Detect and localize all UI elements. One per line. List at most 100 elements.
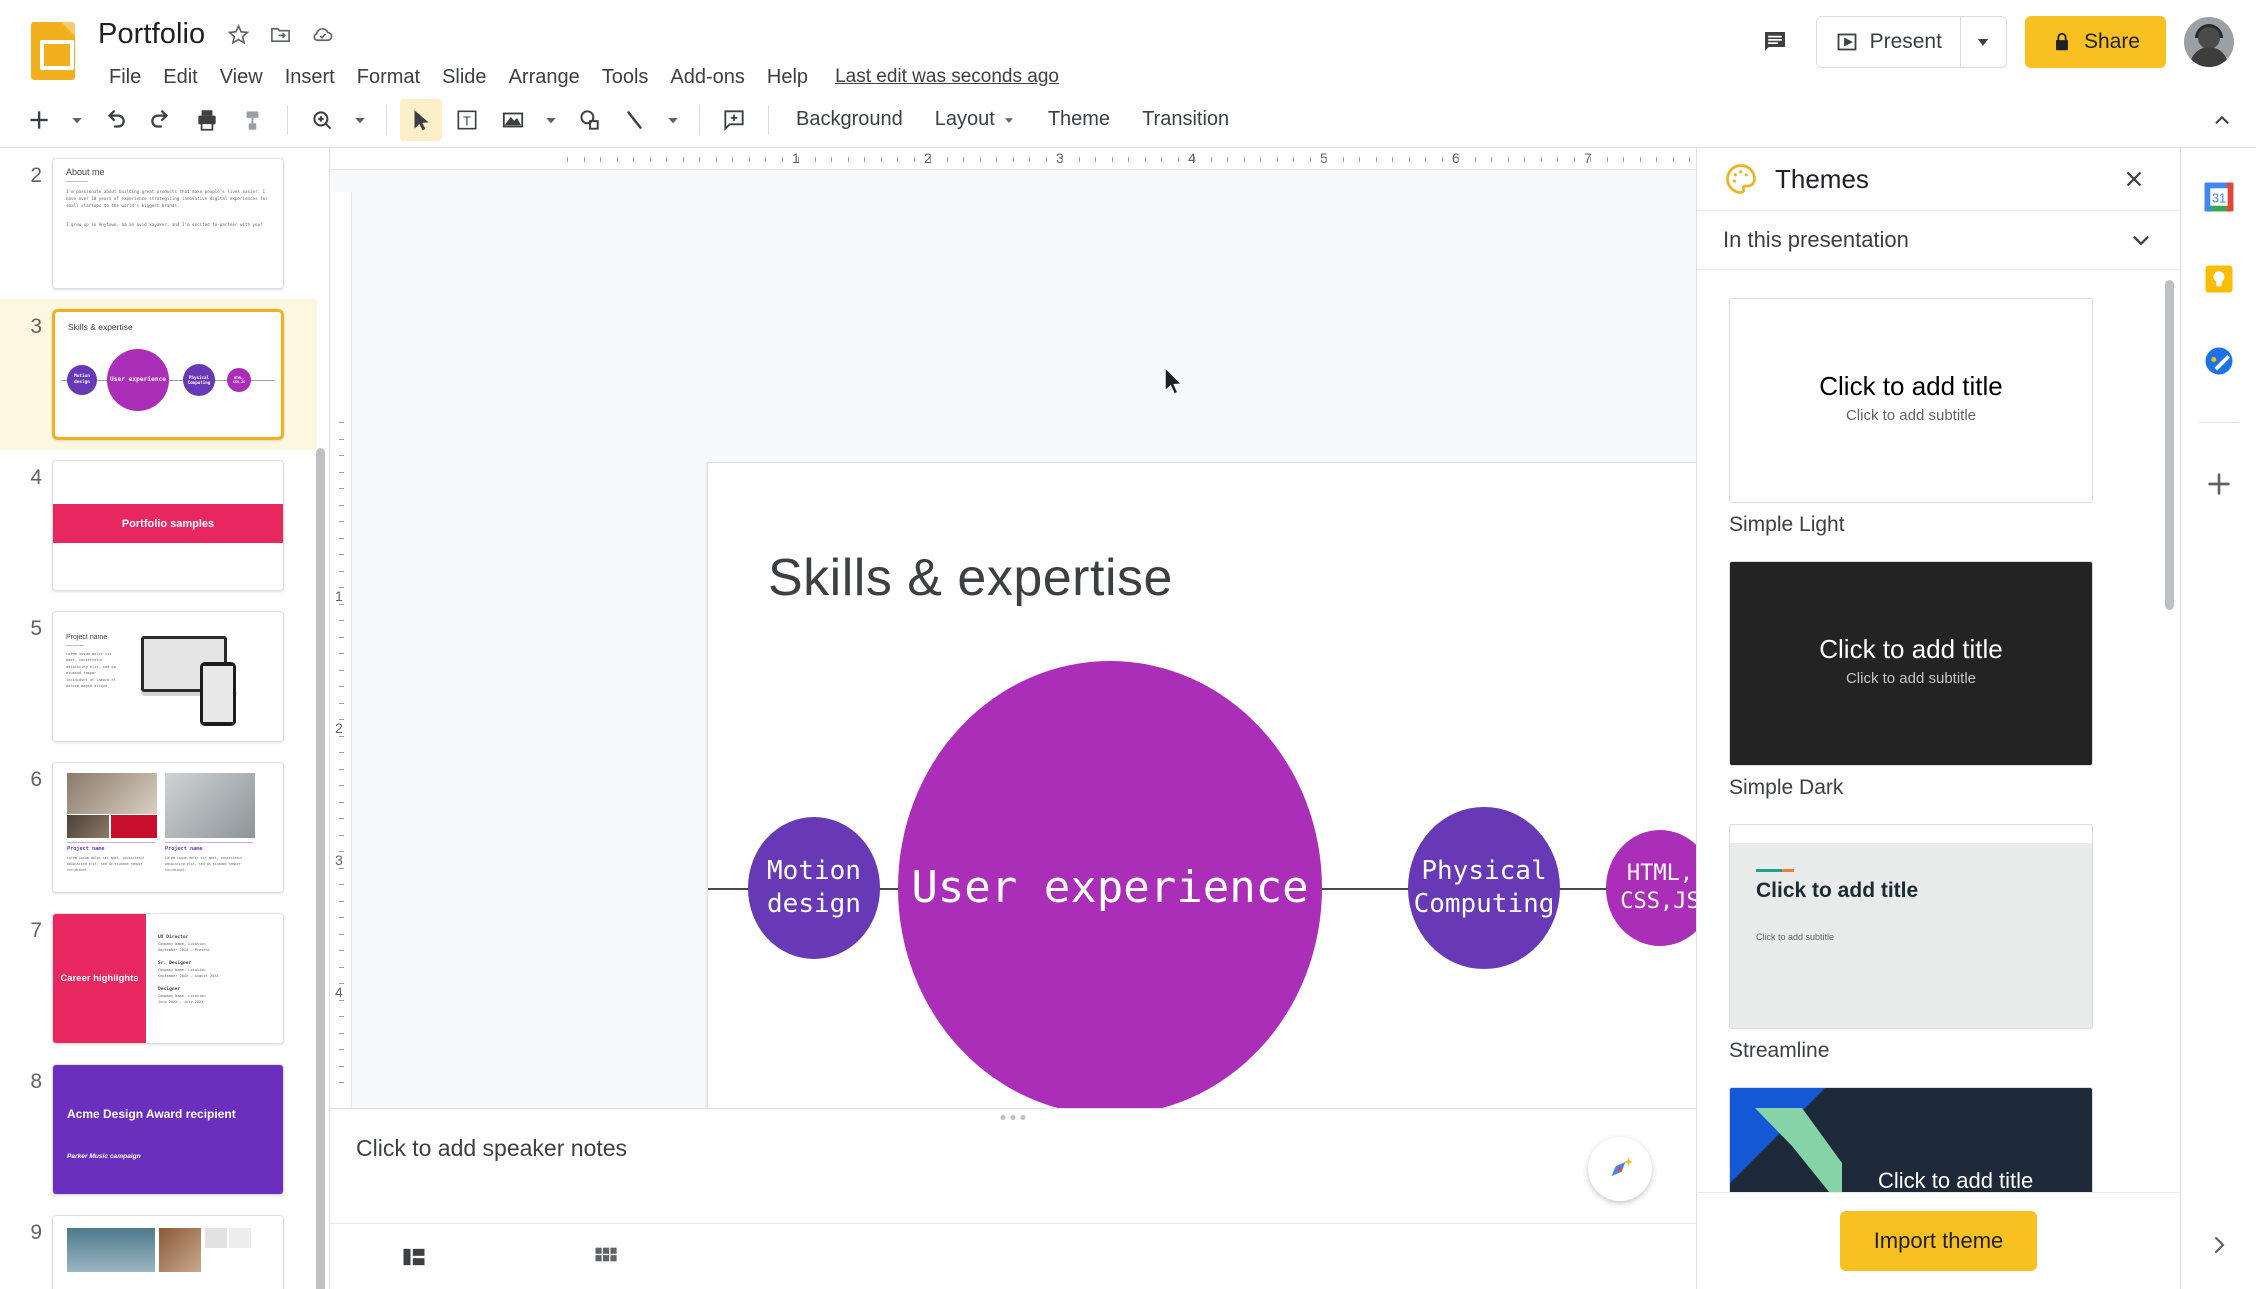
transition-button[interactable]: Transition bbox=[1128, 100, 1243, 139]
insert-line-button[interactable] bbox=[614, 99, 656, 141]
slide-stage[interactable]: 12345 Skills & expertise Motion designUs… bbox=[330, 170, 1696, 1108]
menu-view[interactable]: View bbox=[209, 62, 274, 93]
new-slide-button[interactable] bbox=[18, 99, 60, 141]
undo-button[interactable] bbox=[94, 99, 136, 141]
ruler-tick bbox=[1095, 157, 1096, 162]
speaker-notes-placeholder[interactable]: Click to add speaker notes bbox=[356, 1135, 1670, 1162]
menu-arrange[interactable]: Arrange bbox=[498, 62, 591, 93]
collapse-toolbar-button[interactable] bbox=[2202, 100, 2242, 140]
theme-card[interactable]: Click to add title Click to add subtitle… bbox=[1729, 298, 2154, 537]
share-button[interactable]: Share bbox=[2025, 16, 2166, 68]
slide-thumbnail[interactable]: Project name Lorem ipsum dolor sit amet,… bbox=[52, 611, 284, 742]
zoom-caret-icon[interactable] bbox=[347, 99, 373, 141]
close-icon[interactable] bbox=[2114, 159, 2154, 199]
speaker-notes-area[interactable]: Click to add speaker notes bbox=[330, 1108, 1696, 1223]
ruler-tick bbox=[897, 157, 898, 162]
theme-thumbnail[interactable]: Click to add title Click to add subtitle bbox=[1729, 298, 2093, 503]
theme-button[interactable]: Theme bbox=[1034, 100, 1124, 139]
present-button[interactable]: Present bbox=[1817, 17, 1960, 67]
explore-button[interactable] bbox=[1588, 1137, 1652, 1201]
theme-card[interactable]: Click to add title bbox=[1729, 1087, 2154, 1193]
filmstrip-slide-8[interactable]: 8 Acme Design Award recipient Parker Mus… bbox=[0, 1054, 317, 1205]
layout-label: Layout bbox=[935, 108, 995, 131]
menu-bar: File Edit View Insert Format Slide Arran… bbox=[98, 58, 1059, 96]
ruler-tick bbox=[339, 554, 344, 555]
skill-bubble[interactable]: Physical Computing bbox=[1408, 807, 1560, 970]
slide-editing-canvas[interactable]: Skills & expertise Motion designUser exp… bbox=[707, 462, 1696, 1108]
filmstrip-scrollbar[interactable] bbox=[316, 448, 325, 1289]
slide-thumbnail[interactable]: Acme Design Award recipient Parker Music… bbox=[52, 1064, 284, 1195]
zoom-button[interactable] bbox=[301, 99, 343, 141]
slide-thumbnail[interactable] bbox=[52, 1215, 284, 1289]
redo-button[interactable] bbox=[140, 99, 182, 141]
slide-thumbnail[interactable]: About me I'm passionate about building g… bbox=[52, 158, 284, 289]
skill-bubble[interactable]: HTML, CSS,JS bbox=[1606, 830, 1696, 946]
chevron-right-icon[interactable] bbox=[2199, 1225, 2239, 1265]
star-icon[interactable] bbox=[225, 21, 251, 47]
theme-card[interactable]: Click to add title Click to add subtitle… bbox=[1729, 824, 2154, 1063]
text-box-button[interactable]: T bbox=[446, 99, 488, 141]
google-keep-icon[interactable] bbox=[2198, 258, 2240, 300]
theme-thumbnail[interactable]: Click to add title Click to add subtitle bbox=[1729, 824, 2093, 1029]
slide-thumbnail[interactable]: Project name Project name Lorem ipsum do… bbox=[52, 762, 284, 893]
slide-thumbnail[interactable]: Skills & expertiseMotion designUser expe… bbox=[52, 309, 284, 440]
filmstrip-slide-5[interactable]: 5 Project name Lorem ipsum dolor sit ame… bbox=[0, 601, 317, 752]
filmstrip-slide-3[interactable]: 3Skills & expertiseMotion designUser exp… bbox=[0, 299, 317, 450]
slide-filmstrip[interactable]: 2 About me I'm passionate about building… bbox=[0, 148, 330, 1289]
last-edit-status[interactable]: Last edit was seconds ago bbox=[835, 66, 1059, 88]
google-calendar-icon[interactable]: 31 bbox=[2198, 176, 2240, 218]
theme-card[interactable]: Click to add title Click to add subtitle… bbox=[1729, 561, 2154, 800]
filmstrip-scroll[interactable]: 2 About me I'm passionate about building… bbox=[0, 148, 317, 1289]
user-avatar[interactable] bbox=[2184, 17, 2234, 67]
filmstrip-slide-9[interactable]: 9 bbox=[0, 1205, 317, 1289]
insert-shape-button[interactable] bbox=[568, 99, 610, 141]
slide-thumbnail[interactable]: Career highlightsUX Director Company Nam… bbox=[52, 913, 284, 1044]
menu-addons[interactable]: Add-ons bbox=[659, 62, 756, 93]
themes-scrollbar[interactable] bbox=[2165, 280, 2174, 610]
grid-view-icon[interactable] bbox=[584, 1235, 628, 1279]
add-ons-plus-icon[interactable] bbox=[2198, 463, 2240, 505]
move-to-folder-icon[interactable] bbox=[267, 21, 293, 47]
menu-file[interactable]: File bbox=[98, 62, 152, 93]
select-tool-button[interactable] bbox=[400, 99, 442, 141]
skill-bubble[interactable]: User experience bbox=[898, 661, 1322, 1108]
insert-line-caret-icon[interactable] bbox=[660, 99, 686, 141]
filmstrip-view-icon[interactable] bbox=[392, 1235, 436, 1279]
cloud-saved-icon[interactable] bbox=[309, 21, 335, 47]
insert-image-button[interactable] bbox=[492, 99, 534, 141]
menu-format[interactable]: Format bbox=[346, 62, 431, 93]
present-group: Present bbox=[1816, 16, 2007, 68]
layout-button[interactable]: Layout bbox=[921, 100, 1030, 139]
menu-slide[interactable]: Slide bbox=[431, 62, 497, 93]
menu-insert[interactable]: Insert bbox=[274, 62, 346, 93]
themes-group-selector[interactable]: In this presentation bbox=[1697, 211, 2180, 269]
print-button[interactable] bbox=[186, 99, 228, 141]
ruler-tick bbox=[1409, 157, 1410, 162]
slide-thumbnail[interactable]: Portfolio samples bbox=[52, 460, 284, 591]
import-theme-button[interactable]: Import theme bbox=[1840, 1211, 2038, 1271]
filmstrip-slide-2[interactable]: 2 About me I'm passionate about building… bbox=[0, 148, 317, 299]
google-tasks-icon[interactable] bbox=[2198, 340, 2240, 382]
themes-list[interactable]: Click to add title Click to add subtitle… bbox=[1697, 270, 2180, 1193]
ruler-tick bbox=[339, 703, 344, 704]
comment-history-icon[interactable] bbox=[1752, 19, 1798, 65]
menu-edit[interactable]: Edit bbox=[152, 62, 208, 93]
menu-tools[interactable]: Tools bbox=[591, 62, 660, 93]
new-slide-caret-icon[interactable] bbox=[64, 99, 90, 141]
paint-format-button[interactable] bbox=[232, 99, 274, 141]
background-button[interactable]: Background bbox=[782, 100, 917, 139]
add-comment-button[interactable] bbox=[713, 99, 755, 141]
theme-thumbnail[interactable]: Click to add title bbox=[1729, 1087, 2093, 1193]
app-logo[interactable] bbox=[22, 20, 84, 82]
slide-title-text[interactable]: Skills & expertise bbox=[768, 548, 1173, 608]
theme-thumbnail[interactable]: Click to add title Click to add subtitle bbox=[1729, 561, 2093, 766]
menu-help[interactable]: Help bbox=[756, 62, 819, 93]
notes-resize-handle[interactable] bbox=[1001, 1115, 1026, 1120]
filmstrip-slide-7[interactable]: 7Career highlightsUX Director Company Na… bbox=[0, 903, 317, 1054]
filmstrip-slide-4[interactable]: 4Portfolio samples bbox=[0, 450, 317, 601]
present-dropdown-caret[interactable] bbox=[1960, 17, 2006, 67]
filmstrip-slide-6[interactable]: 6 Project name Project name Lorem ipsum … bbox=[0, 752, 317, 903]
insert-image-caret-icon[interactable] bbox=[538, 99, 564, 141]
document-title[interactable]: Portfolio bbox=[98, 18, 205, 51]
skill-bubble[interactable]: Motion design bbox=[748, 817, 880, 958]
